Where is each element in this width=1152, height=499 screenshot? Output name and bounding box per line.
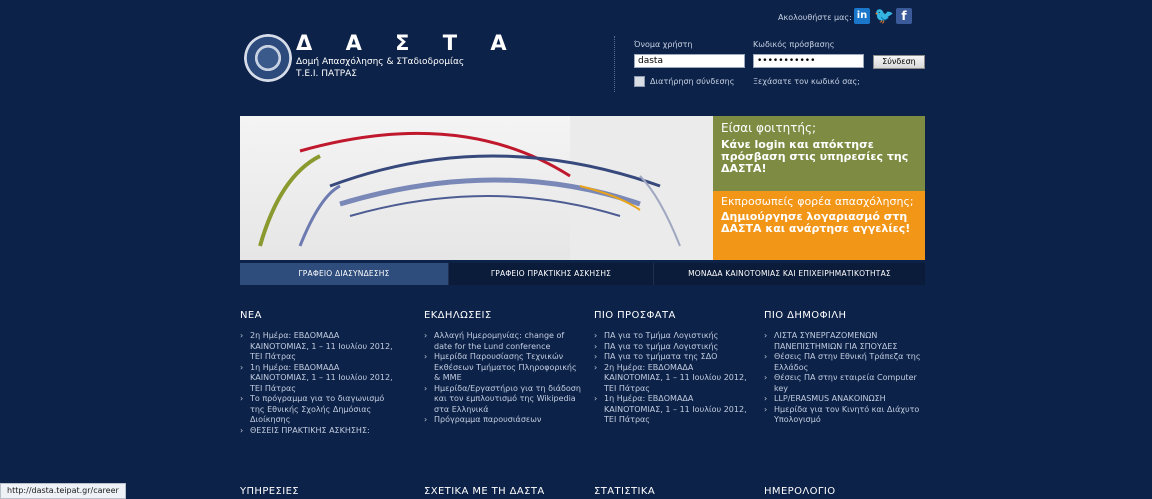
popular-title: ΠΙΟ ΔΗΜΟΦΙΛΗ xyxy=(764,310,847,321)
remember-label[interactable]: Διατήρηση σύνδεσης xyxy=(650,77,734,86)
list-item[interactable]: Πρόγραμμα παρουσιάσεων xyxy=(424,415,584,426)
password-label: Κωδικός πρόσβασης xyxy=(753,40,835,49)
username-input[interactable] xyxy=(634,54,745,68)
remember-checkbox[interactable] xyxy=(634,76,645,87)
list-item[interactable]: Θέσεις ΠΑ στην Εθνική Τράπεζα της Ελλάδο… xyxy=(764,352,924,373)
brand-subtitle: Δομή Απασχόλησης & ΣΤαδιοδρομίας Τ.Ε.Ι. … xyxy=(296,56,464,80)
brand-subtitle-line1: Δομή Απασχόλησης & ΣΤαδιοδρομίας xyxy=(296,57,465,67)
employer-question: Εκπροσωπείς φορέα απασχόλησης; xyxy=(721,195,914,208)
list-item[interactable]: 1η Ημέρα: ΕΒΔΟΜΑΔΑ ΚΑΙΝΟΤΟΜΙΑΣ, 1 – 11 Ι… xyxy=(240,363,400,395)
list-item[interactable]: 1η Ημέρα: ΕΒΔΟΜΑΔΑ ΚΑΙΝΟΤΟΜΙΑΣ, 1 – 11 Ι… xyxy=(594,394,754,426)
tab-liaison-office[interactable]: ΓΡΑΦΕΙΟ ΔΙΑΣΥΝΔΕΣΗΣ xyxy=(240,263,448,285)
hero-banner xyxy=(240,116,713,260)
list-item[interactable]: Ημερίδα Παρουσίασης Τεχνικών Εκθέσεων Τμ… xyxy=(424,352,584,384)
login-divider xyxy=(614,36,615,92)
list-item[interactable]: ΘΕΣΕΙΣ ΠΡΑΚΤΙΚΗΣ ΑΣΚΗΣΗΣ: xyxy=(240,426,400,437)
student-promo-panel[interactable]: Είσαι φοιτητής; Κάνε login και απόκτησε … xyxy=(713,116,925,191)
list-item[interactable]: ΠΑ για το Τμήμα Λογιστικής xyxy=(594,331,754,342)
facebook-icon[interactable]: f xyxy=(896,8,912,24)
login-button[interactable]: Σύνδεση xyxy=(873,55,925,69)
tei-seal-logo[interactable] xyxy=(244,34,292,82)
popular-column: ΠΙΟ ΔΗΜΟΦΙΛΗ ΛΙΣΤΑ ΣΥΝΕΡΓΑΖΟΜΕΝΩΝ ΠΑΝΕΠΙ… xyxy=(764,310,924,426)
section-tabs: ΓΡΑΦΕΙΟ ΔΙΑΣΥΝΔΕΣΗΣ ΓΡΑΦΕΙΟ ΠΡΑΚΤΙΚΗΣ ΑΣ… xyxy=(240,263,925,285)
twitter-icon[interactable]: 🐦 xyxy=(874,8,894,24)
list-item[interactable]: Αλλαγή Ημερομηνίας: change of date for t… xyxy=(424,331,584,352)
tab-internship-office[interactable]: ΓΡΑΦΕΙΟ ΠΡΑΚΤΙΚΗΣ ΑΣΚΗΣΗΣ xyxy=(448,263,653,285)
list-item[interactable]: ΛΙΣΤΑ ΣΥΝΕΡΓΑΖΟΜΕΝΩΝ ΠΑΝΕΠΙΣΤΗΜΙΩΝ ΓΙΑ Σ… xyxy=(764,331,924,352)
news-title: ΝΕΑ xyxy=(240,310,262,321)
news-column: ΝΕΑ 2η Ημέρα: ΕΒΔΟΜΑΔΑ ΚΑΙΝΟΤΟΜΙΑΣ, 1 – … xyxy=(240,310,400,436)
student-cta[interactable]: Κάνε login και απόκτησε πρόσβαση στις υπ… xyxy=(721,139,917,175)
employer-promo-panel[interactable]: Εκπροσωπείς φορέα απασχόλησης; Δημιούργη… xyxy=(713,191,925,260)
list-item[interactable]: Θέσεις ΠΑ στην εταιρεία Computer key xyxy=(764,373,924,394)
browser-status-bar: http://dasta.teipat.gr/career xyxy=(0,483,126,499)
list-item[interactable]: Το πρόγραμμα για το διαγωνισμό της Εθνικ… xyxy=(240,394,400,426)
events-title: ΕΚΔΗΛΩΣΕΙΣ xyxy=(424,310,492,321)
list-item[interactable]: 2η Ημέρα: ΕΒΔΟΜΑΔΑ ΚΑΙΝΟΤΟΜΙΑΣ, 1 – 11 Ι… xyxy=(594,363,754,395)
statistics-heading[interactable]: ΣΤΑΤΙΣΤΙΚΑ xyxy=(594,486,655,497)
bridge-artwork xyxy=(258,116,713,260)
employer-cta[interactable]: Δημιούργησε λογαριασμό στη ΔΑΣΤΑ και ανά… xyxy=(721,211,917,235)
recent-title: ΠΙΟ ΠΡΟΣΦΑΤΑ xyxy=(594,310,676,321)
calendar-heading[interactable]: ΗΜΕΡΟΛΟΓΙΟ xyxy=(764,486,835,497)
brand-subtitle-line2: Τ.Ε.Ι. ΠΑΤΡΑΣ xyxy=(296,69,357,79)
recent-column: ΠΙΟ ΠΡΟΣΦΑΤΑ ΠΑ για το Τμήμα Λογιστικής … xyxy=(594,310,754,426)
student-question: Είσαι φοιτητής; xyxy=(721,121,817,135)
brand-title[interactable]: Δ Α Σ Τ Α xyxy=(296,31,520,55)
forgot-password-link[interactable]: Ξεχάσατε τον κωδικό σας; xyxy=(753,77,860,86)
list-item[interactable]: Ημερίδα για τον Κινητό και Διάχυτο Υπολο… xyxy=(764,405,924,426)
list-item[interactable]: ΠΑ για το τμήματα της ΣΔΟ xyxy=(594,352,754,363)
follow-us-label: Ακολουθήστε μας: xyxy=(778,13,852,22)
about-heading[interactable]: ΣΧΕΤΙΚΑ ΜΕ ΤΗ ΔΑΣΤΑ xyxy=(424,486,545,497)
tab-innovation-unit[interactable]: ΜΟΝΑΔΑ ΚΑΙΝΟΤΟΜΙΑΣ ΚΑΙ ΕΠΙΧΕΙΡΗΜΑΤΙΚΟΤΗΤ… xyxy=(653,263,925,285)
list-item[interactable]: 2η Ημέρα: ΕΒΔΟΜΑΔΑ ΚΑΙΝΟΤΟΜΙΑΣ, 1 – 11 Ι… xyxy=(240,331,400,363)
page-wrapper: Δ Α Σ Τ Α Δομή Απασχόλησης & ΣΤαδιοδρομί… xyxy=(240,0,925,499)
events-column: ΕΚΔΗΛΩΣΕΙΣ Αλλαγή Ημερομηνίας: change of… xyxy=(424,310,584,426)
list-item[interactable]: Ημερίδα/Εργαστήριο για τη διάδοση και το… xyxy=(424,384,584,416)
password-input[interactable]: ••••••••••• xyxy=(753,54,864,68)
linkedin-icon[interactable]: in xyxy=(854,8,870,24)
services-heading[interactable]: ΥΠΗΡΕΣΙΕΣ xyxy=(240,486,299,497)
list-item[interactable]: ΠΑ για το τμήμα Λογιστικής xyxy=(594,342,754,353)
username-label: Όνομα χρήστη xyxy=(634,40,693,49)
list-item[interactable]: LLP/ERASMUS ΑΝΑΚΟΙΝΩΣΗ xyxy=(764,394,924,405)
